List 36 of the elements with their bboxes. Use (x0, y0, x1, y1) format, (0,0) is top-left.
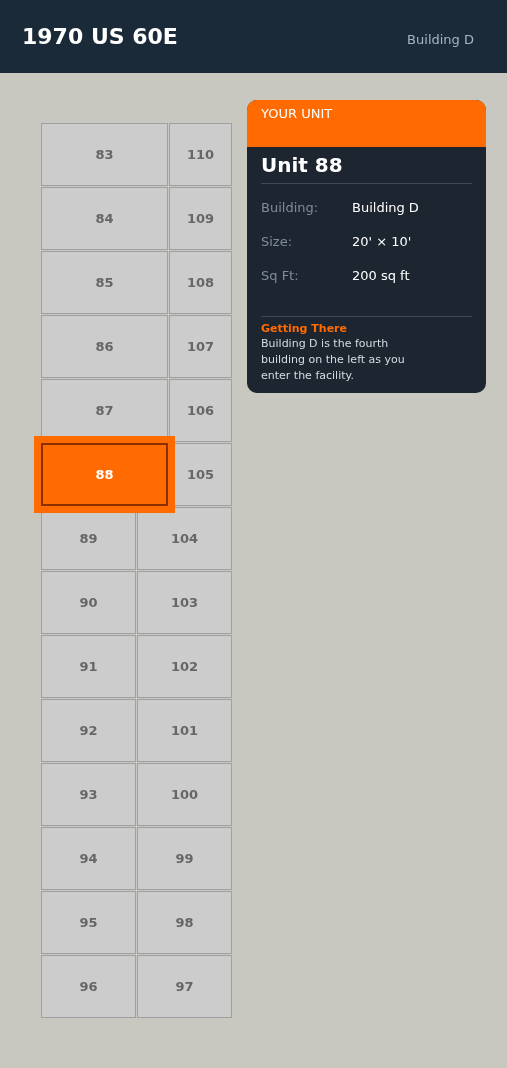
storage-unit[interactable]: 100 (137, 763, 232, 826)
storage-unit[interactable]: 107 (169, 315, 232, 378)
storage-unit[interactable]: 98 (137, 891, 232, 954)
directions-heading: Getting There (261, 322, 348, 335)
storage-unit[interactable]: 86 (41, 315, 168, 378)
storage-unit[interactable]: 106 (169, 379, 232, 442)
facility-address: 1970 US 60E (22, 24, 178, 49)
storage-unit[interactable]: 99 (137, 827, 232, 890)
storage-unit[interactable]: 103 (137, 571, 232, 634)
storage-unit[interactable]: 102 (137, 635, 232, 698)
storage-unit[interactable]: 96 (41, 955, 136, 1018)
storage-unit[interactable]: 83 (41, 123, 168, 186)
detail-value: 20' × 10' (352, 233, 412, 249)
storage-unit[interactable]: 109 (169, 187, 232, 250)
storage-unit[interactable]: 95 (41, 891, 136, 954)
storage-unit[interactable]: 97 (137, 955, 232, 1018)
storage-unit[interactable]: 84 (41, 187, 168, 250)
storage-unit[interactable]: 94 (41, 827, 136, 890)
detail-label: Size: (261, 233, 294, 249)
detail-value: Building D (352, 199, 419, 215)
storage-unit[interactable]: 110 (169, 123, 232, 186)
storage-unit[interactable]: 108 (169, 251, 232, 314)
unit-title: Unit 88 (261, 153, 472, 184)
storage-unit[interactable]: 90 (41, 571, 136, 634)
storage-unit[interactable]: 93 (41, 763, 136, 826)
storage-unit[interactable]: 85 (41, 251, 168, 314)
storage-unit[interactable]: 101 (137, 699, 232, 762)
storage-unit[interactable]: 104 (137, 507, 232, 570)
detail-label: Sq Ft: (261, 267, 300, 283)
directions-text: Building D is the fourth building on the left as you enter the facility. (261, 336, 406, 384)
storage-unit[interactable]: 92 (41, 699, 136, 762)
detail-value: 200 sq ft (352, 267, 410, 283)
building-name: Building D (407, 32, 474, 47)
detail-label: Building: (261, 199, 320, 215)
card-eyebrow: YOUR UNIT (261, 106, 333, 121)
storage-unit[interactable]: 91 (41, 635, 136, 698)
